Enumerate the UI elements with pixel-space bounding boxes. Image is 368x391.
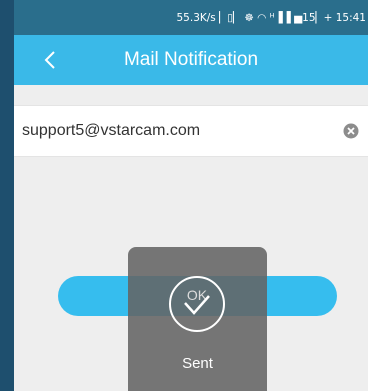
- email-field[interactable]: [22, 106, 322, 156]
- ok-check-icon: OK: [169, 276, 225, 332]
- sent-toast: OK Sent: [128, 247, 267, 391]
- toast-message: Sent: [182, 355, 213, 372]
- clear-icon: [343, 123, 359, 139]
- email-row: [14, 105, 368, 157]
- app-screen: 55.3K/s ▏▯▏ ☸ ◠ ᴴ▐▐ ▅15▏+ 15:41 Mail Not…: [14, 0, 368, 391]
- page-title: Mail Notification: [123, 49, 259, 70]
- clear-button[interactable]: [343, 123, 359, 139]
- app-header: Mail Notification: [14, 35, 368, 85]
- status-bar: 55.3K/s ▏▯▏ ☸ ◠ ᴴ▐▐ ▅15▏+ 15:41: [14, 0, 368, 35]
- status-bar-text: 55.3K/s ▏▯▏ ☸ ◠ ᴴ▐▐ ▅15▏+ 15:41: [176, 12, 367, 24]
